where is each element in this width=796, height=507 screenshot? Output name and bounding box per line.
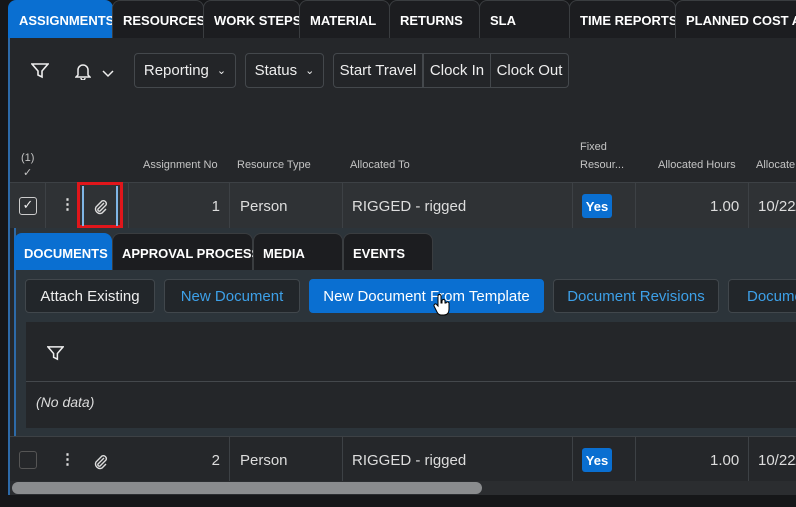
tab-returns[interactable]: RETURNS xyxy=(389,0,480,38)
chevron-down-icon[interactable] xyxy=(102,70,114,78)
detail-panel: DOCUMENTS APPROVAL PROCESS MEDIA EVENTS … xyxy=(14,228,796,436)
hand-cursor-icon xyxy=(433,294,450,316)
tab-planned-cost[interactable]: PLANNED COST AN xyxy=(675,0,796,38)
no-data-text: (No data) xyxy=(36,394,95,410)
clock-in-button[interactable]: Clock In xyxy=(423,53,491,88)
selected-count: (1) xyxy=(21,152,35,164)
tab-events[interactable]: EVENTS xyxy=(343,233,433,270)
assignments-panel: Reporting ⌄ Status ⌄ Start Travel Clock In… xyxy=(8,38,796,495)
tab-sla[interactable]: SLA xyxy=(479,0,570,38)
allocated-to: RIGGED - rigged xyxy=(352,198,467,215)
select-all-check-icon[interactable]: ✓ xyxy=(23,166,32,179)
more-document-button[interactable]: Docume xyxy=(728,279,796,313)
fixed-resource-badge: Yes xyxy=(582,448,612,472)
table-row[interactable]: ✓ ⋮ 1 Person RIGGED - rigged Yes 1.00 10… xyxy=(10,182,796,228)
tab-material[interactable]: MATERIAL xyxy=(299,0,390,38)
status-dropdown[interactable]: Status ⌄ xyxy=(245,53,324,88)
new-document-from-template-button[interactable]: New Document From Template xyxy=(309,279,544,313)
attach-existing-button[interactable]: Attach Existing xyxy=(25,279,155,313)
header-allocate[interactable]: Allocate xyxy=(756,159,795,171)
header-allocated-to[interactable]: Allocated To xyxy=(350,159,410,171)
chevron-down-icon: ⌄ xyxy=(305,65,315,77)
header-assignment-no[interactable]: Assignment No xyxy=(143,159,218,171)
paperclip-icon[interactable] xyxy=(92,198,108,215)
reporting-label: Reporting xyxy=(143,62,209,79)
tab-work-steps[interactable]: WORK STEPS xyxy=(203,0,300,38)
tab-resources[interactable]: RESOURCES xyxy=(112,0,204,38)
more-document-label: Docume xyxy=(747,287,796,305)
tab-assignments[interactable]: ASSIGNMENTS xyxy=(8,0,113,38)
header-fixed-2[interactable]: Resour... xyxy=(580,159,624,171)
filter-icon[interactable] xyxy=(31,62,49,80)
start-travel-button[interactable]: Start Travel xyxy=(333,53,423,88)
header-allocated-hours[interactable]: Allocated Hours xyxy=(658,159,736,171)
allocated-hours: 1.00 xyxy=(710,198,740,215)
allocated-to: RIGGED - rigged xyxy=(352,452,467,469)
row-menu-icon[interactable]: ⋮ xyxy=(60,450,75,468)
assignment-no: 1 xyxy=(211,198,220,215)
bell-icon[interactable] xyxy=(75,62,91,80)
assignment-no: 2 xyxy=(211,452,220,469)
fixed-resource-badge: Yes xyxy=(582,194,612,218)
filter-icon[interactable] xyxy=(47,345,64,362)
resource-type: Person xyxy=(240,452,288,469)
row-checkbox[interactable]: ✓ xyxy=(19,197,37,215)
documents-grid: (No data) xyxy=(26,322,796,428)
allocated-hours: 1.00 xyxy=(710,452,740,469)
reporting-dropdown[interactable]: Reporting ⌄ xyxy=(134,53,236,88)
clock-out-button[interactable]: Clock Out xyxy=(490,53,569,88)
horizontal-scrollbar[interactable] xyxy=(10,481,796,495)
allocated-date: 10/22/ xyxy=(758,452,796,469)
tab-time-reports[interactable]: TIME REPORTS xyxy=(569,0,676,38)
row-menu-icon[interactable]: ⋮ xyxy=(60,195,75,213)
tab-documents[interactable]: DOCUMENTS xyxy=(14,233,112,270)
scrollbar-thumb[interactable] xyxy=(12,482,482,494)
status-label: Status xyxy=(254,62,298,79)
table-row[interactable]: ⋮ 2 Person RIGGED - rigged Yes 1.00 10/2… xyxy=(10,436,796,483)
resource-type: Person xyxy=(240,198,288,215)
tab-media[interactable]: MEDIA xyxy=(253,233,343,270)
header-resource-type[interactable]: Resource Type xyxy=(237,159,311,171)
document-revisions-button[interactable]: Document Revisions xyxy=(553,279,719,313)
header-fixed[interactable]: Fixed xyxy=(580,141,607,153)
paperclip-icon[interactable] xyxy=(92,453,108,470)
new-document-button[interactable]: New Document xyxy=(164,279,300,313)
chevron-down-icon: ⌄ xyxy=(216,65,227,77)
tab-approval-process[interactable]: APPROVAL PROCESS xyxy=(112,233,260,270)
allocated-date: 10/22/ xyxy=(758,198,796,215)
row-checkbox[interactable] xyxy=(19,451,37,469)
